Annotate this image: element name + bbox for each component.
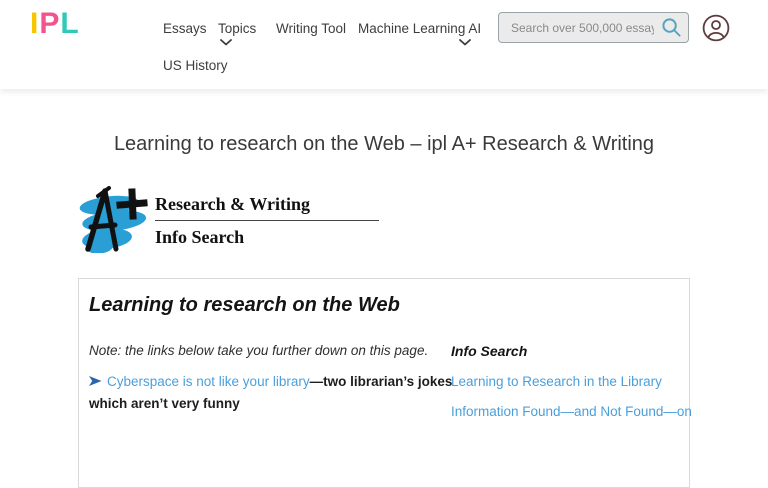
right-arrowhead-icon <box>89 376 102 386</box>
info-search-sidebar: Info Search Learning to Research in the … <box>451 343 692 419</box>
box-heading: Learning to research on the Web <box>89 294 400 317</box>
logo-letter-p: P <box>39 7 60 40</box>
toc-entry: Cyberspace is not like your library—two … <box>89 371 461 416</box>
ipl-logo[interactable]: IPL <box>30 7 80 41</box>
chevron-down-icon[interactable] <box>220 39 232 46</box>
sidebar-link-information-found[interactable]: Information Found—and Not Found—on <box>451 404 692 419</box>
site-header: IPL Essays Topics Writing Tool Machine L… <box>0 0 768 89</box>
logo-letter-i: I <box>30 7 39 40</box>
chevron-down-icon[interactable] <box>459 39 471 46</box>
aplus-logo-graphic <box>78 185 148 253</box>
box-note: Note: the links below take you further d… <box>89 343 428 358</box>
search-box <box>498 12 689 43</box>
search-icon[interactable] <box>661 17 682 38</box>
brand-subtitle: Info Search <box>155 227 379 248</box>
sidebar-link-research-library[interactable]: Learning to Research in the Library <box>451 374 692 389</box>
account-icon[interactable] <box>702 14 730 42</box>
aplus-brand-block: Research & Writing Info Search <box>78 185 379 253</box>
brand-title: Research & Writing <box>155 194 379 221</box>
content-box: Learning to research on the Web Note: th… <box>78 278 690 488</box>
sidebar-heading: Info Search <box>451 343 692 359</box>
nav-item-essays[interactable]: Essays <box>163 21 207 36</box>
link-cyberspace[interactable]: Cyberspace is not like your library <box>107 374 310 389</box>
nav-item-writing-tool[interactable]: Writing Tool <box>276 21 346 36</box>
nav-item-machine-learning-ai[interactable]: Machine Learning AI <box>358 21 481 36</box>
nav-item-topics[interactable]: Topics <box>218 21 256 36</box>
brand-text: Research & Writing Info Search <box>155 185 379 253</box>
page-title: Learning to research on the Web – ipl A+… <box>0 133 768 156</box>
logo-letter-l: L <box>60 7 79 40</box>
nav-item-us-history[interactable]: US History <box>163 58 228 73</box>
